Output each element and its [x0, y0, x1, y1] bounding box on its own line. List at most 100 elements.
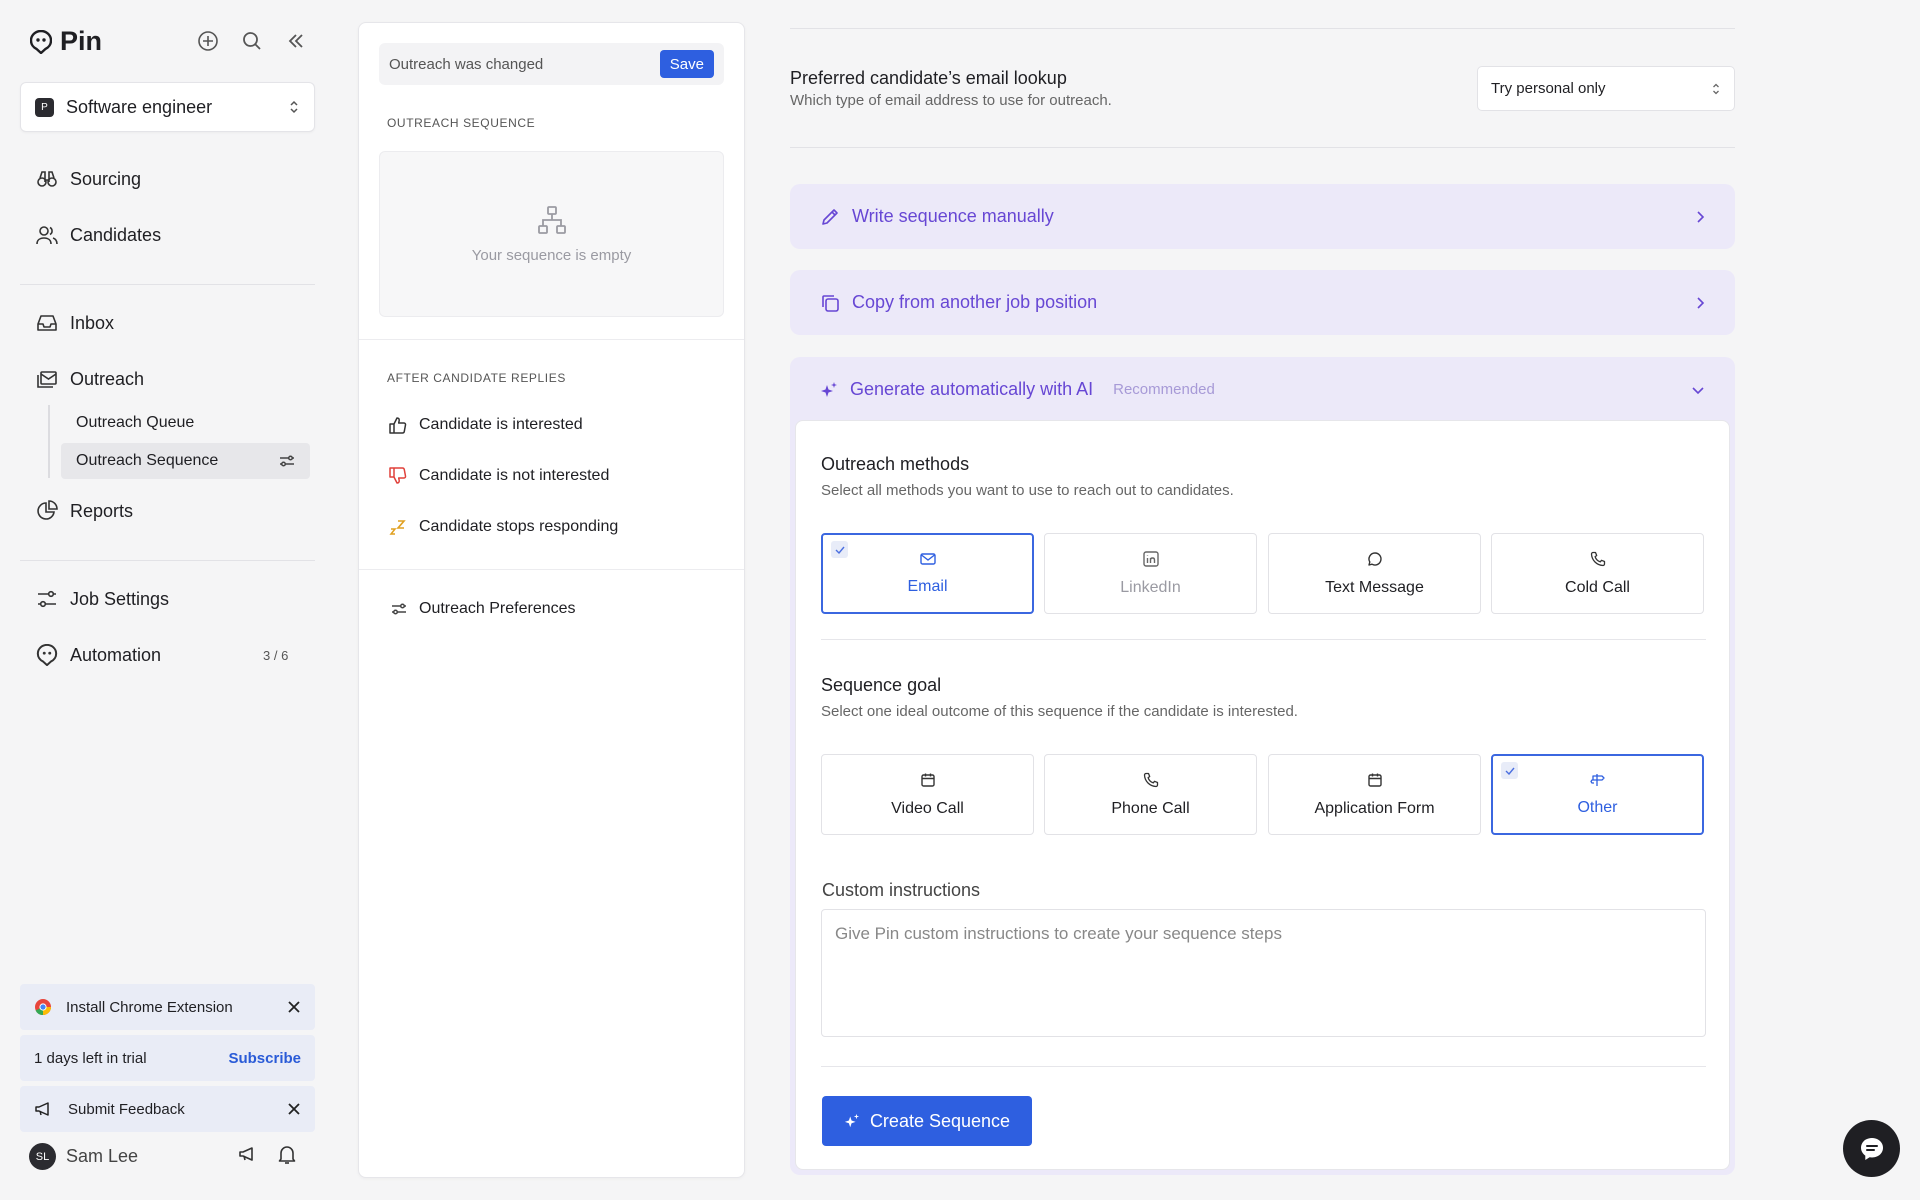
brand[interactable]: Pin — [30, 26, 102, 57]
chevron-right-icon — [1695, 210, 1705, 224]
nav-outreach-queue[interactable]: Outreach Queue — [61, 405, 310, 441]
nav-outreach-sequence[interactable]: Outreach Sequence — [61, 443, 310, 479]
nav-outreach-queue-label: Outreach Queue — [76, 414, 195, 431]
empty-sequence: Your sequence is empty — [379, 151, 724, 317]
outreach-preferences-label: Outreach Preferences — [419, 600, 576, 617]
trial-banner: 1 days left in trial Subscribe — [20, 1035, 315, 1081]
nav-outreach-label: Outreach — [70, 368, 145, 389]
goal-desc: Select one ideal outcome of this sequenc… — [821, 703, 1298, 720]
unsaved-changes-bar: Outreach was changed Save — [379, 43, 724, 85]
message-bubble-icon — [1367, 551, 1383, 567]
copy-from-job-option[interactable]: Copy from another job position — [790, 270, 1735, 335]
subscribe-link[interactable]: Subscribe — [228, 1050, 301, 1067]
avatar: SL — [29, 1143, 56, 1170]
job-badge: P — [35, 97, 54, 117]
chevron-right-icon — [1695, 296, 1705, 310]
method-cold-call[interactable]: Cold Call — [1491, 533, 1704, 614]
nav-job-settings-label: Job Settings — [70, 588, 170, 609]
nav-job-settings[interactable]: Job Settings — [36, 588, 169, 610]
method-text-message[interactable]: Text Message — [1268, 533, 1481, 614]
nav-reports[interactable]: Reports — [36, 500, 133, 522]
chat-support-button[interactable] — [1843, 1120, 1900, 1177]
sitemap-icon — [537, 205, 567, 235]
section-divider — [821, 639, 1706, 640]
copy-icon — [820, 293, 840, 313]
goal-other[interactable]: Other — [1491, 754, 1704, 835]
reply-not-interested[interactable]: Candidate is not interested — [389, 467, 609, 485]
nav-automation[interactable]: Automation — [36, 644, 161, 666]
nav-sourcing[interactable]: Sourcing — [36, 168, 141, 190]
reply-interested-label: Candidate is interested — [419, 416, 583, 433]
job-position-select[interactable]: P Software engineer — [20, 82, 315, 132]
sequence-builder: Preferred candidate’s email lookup Which… — [790, 0, 1735, 1200]
write-manually-option[interactable]: Write sequence manually — [790, 184, 1735, 249]
sliders-icon — [279, 454, 295, 468]
email-lookup-title: Preferred candidate’s email lookup — [790, 68, 1067, 88]
goal-application-form-label: Application Form — [1314, 799, 1435, 817]
generate-ai-header[interactable]: Generate automatically with AI Recommend… — [820, 379, 1705, 400]
check-icon — [1501, 762, 1518, 779]
thumbs-up-icon — [389, 416, 407, 434]
calendar-icon — [1367, 772, 1383, 788]
nav-candidates[interactable]: Candidates — [36, 224, 161, 246]
add-icon[interactable] — [195, 28, 221, 54]
methods-title: Outreach methods — [821, 454, 970, 474]
goal-application-form[interactable]: Application Form — [1268, 754, 1481, 835]
pie-chart-icon — [36, 500, 58, 522]
nav-outreach[interactable]: Outreach — [36, 368, 144, 390]
method-email[interactable]: Email — [821, 533, 1034, 614]
copy-from-job-label: Copy from another job position — [852, 292, 1098, 312]
method-linkedin[interactable]: LinkedIn — [1044, 533, 1257, 614]
goal-other-label: Other — [1577, 798, 1618, 816]
sidebar-divider — [20, 284, 315, 285]
goal-title: Sequence goal — [821, 675, 942, 695]
generate-ai-option: Generate automatically with AI Recommend… — [790, 357, 1735, 1175]
after-replies-heading: AFTER CANDIDATE REPLIES — [387, 371, 566, 385]
goal-video-call[interactable]: Video Call — [821, 754, 1034, 835]
users-icon — [36, 224, 58, 246]
section-divider — [821, 1066, 1706, 1067]
job-position-label: Software engineer — [66, 96, 213, 117]
settings-sliders-icon — [36, 588, 58, 610]
announcements-icon[interactable] — [238, 1145, 258, 1165]
generate-ai-label: Generate automatically with AI — [850, 379, 1094, 399]
close-icon[interactable] — [287, 1000, 301, 1014]
chrome-extension-banner[interactable]: Install Chrome Extension — [20, 984, 315, 1030]
close-icon[interactable] — [287, 1102, 301, 1116]
trial-label: 1 days left in trial — [34, 1049, 147, 1067]
chat-icon — [1858, 1135, 1886, 1163]
feedback-banner[interactable]: Submit Feedback — [20, 1086, 315, 1132]
panel-divider — [359, 339, 744, 340]
collapse-sidebar-icon[interactable] — [283, 28, 309, 54]
user-name: Sam Lee — [66, 1146, 139, 1166]
method-email-label: Email — [907, 577, 948, 595]
save-button[interactable]: Save — [659, 50, 714, 78]
nav-inbox[interactable]: Inbox — [36, 312, 114, 334]
user-profile[interactable]: SL Sam Lee — [29, 1143, 138, 1170]
nav-automation-label: Automation — [70, 644, 162, 665]
email-lookup-desc: Which type of email address to use for o… — [790, 92, 1112, 109]
reply-interested[interactable]: Candidate is interested — [389, 416, 583, 434]
write-manually-label: Write sequence manually — [852, 206, 1054, 226]
calendar-icon — [920, 772, 936, 788]
search-icon[interactable] — [239, 28, 265, 54]
chevron-up-down-icon — [1711, 82, 1721, 96]
sleep-icon — [389, 518, 407, 536]
nav-sourcing-label: Sourcing — [70, 168, 142, 189]
automation-count: 3 / 6 — [263, 648, 289, 663]
sequence-panel: Outreach was changed Save OUTREACH SEQUE… — [358, 22, 745, 1178]
subnav-line — [48, 405, 50, 478]
signpost-icon — [1589, 773, 1606, 787]
nav-outreach-sequence-label: Outreach Sequence — [76, 452, 219, 469]
phone-icon — [1143, 772, 1159, 788]
nav-candidates-label: Candidates — [70, 224, 162, 245]
create-sequence-button[interactable]: Create Sequence — [822, 1096, 1032, 1146]
chevron-up-down-icon — [288, 99, 300, 115]
goal-phone-call[interactable]: Phone Call — [1044, 754, 1257, 835]
reply-stops-responding[interactable]: Candidate stops responding — [389, 518, 618, 536]
brand-name: Pin — [60, 26, 103, 56]
outreach-preferences[interactable]: Outreach Preferences — [391, 600, 576, 618]
custom-instructions-input[interactable] — [821, 909, 1706, 1037]
email-lookup-select[interactable]: Try personal only — [1477, 66, 1735, 111]
bell-icon[interactable] — [278, 1145, 296, 1165]
